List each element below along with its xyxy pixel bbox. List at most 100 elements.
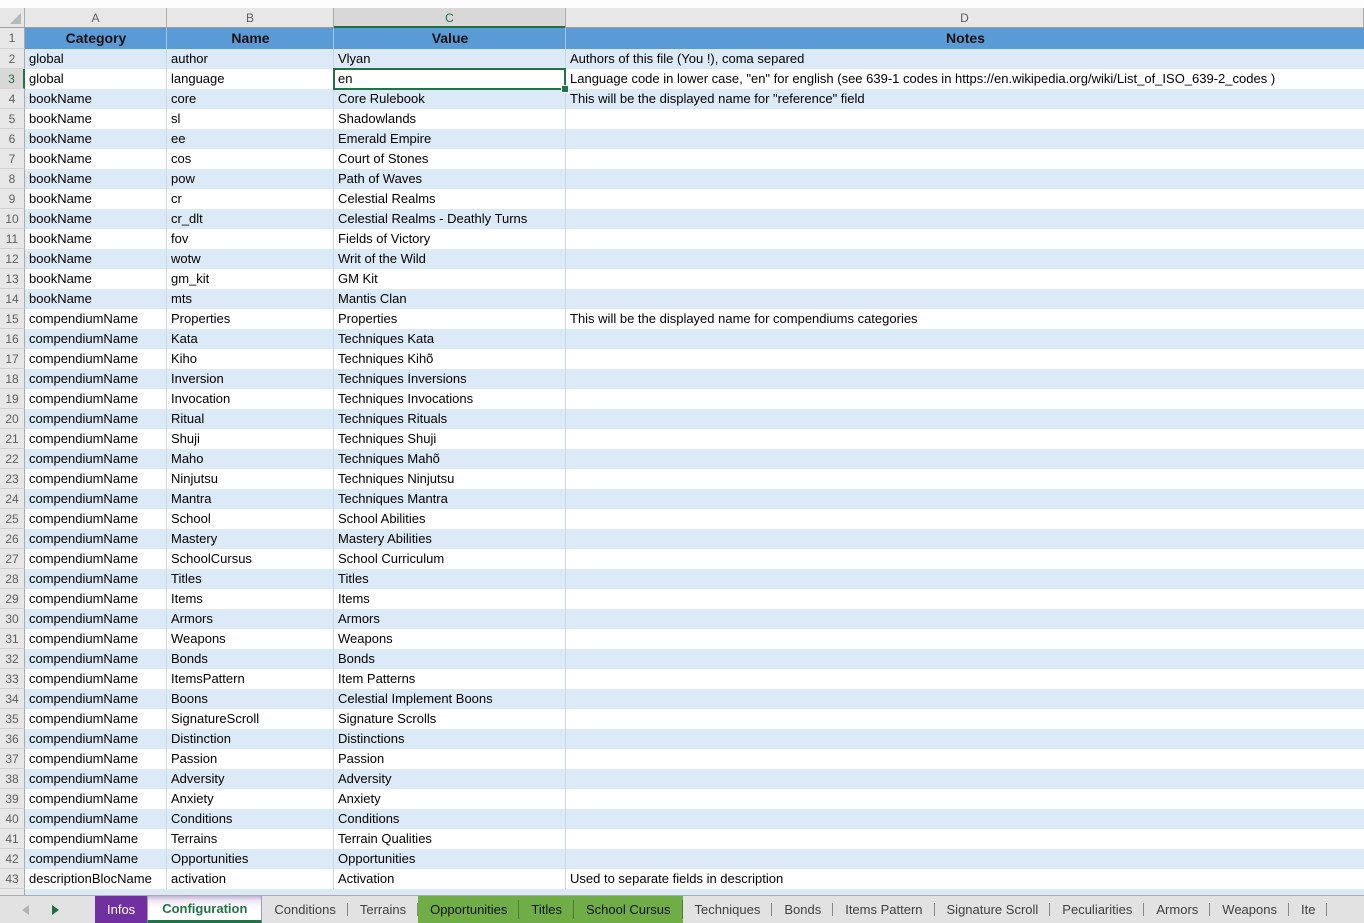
cell-value[interactable]: Techniques Rituals (334, 409, 566, 429)
cell-category[interactable]: compendiumName (25, 809, 167, 829)
cell-value[interactable]: Armors (334, 609, 566, 629)
cell-name[interactable]: activation (167, 869, 334, 889)
row-header[interactable]: 24 (0, 489, 25, 509)
cell-notes[interactable] (566, 149, 1364, 169)
cell-name[interactable]: Armors (167, 609, 334, 629)
sheet-tab-bonds[interactable]: Bonds (772, 896, 833, 923)
cell-name[interactable]: cr_dlt (167, 209, 334, 229)
cell-name[interactable]: Invocation (167, 389, 334, 409)
cell-notes[interactable] (566, 389, 1364, 409)
cell-value[interactable]: Techniques Invocations (334, 389, 566, 409)
cell-notes[interactable] (566, 549, 1364, 569)
row-header[interactable]: 6 (0, 129, 25, 149)
row-header[interactable]: 37 (0, 749, 25, 769)
header-cell-value[interactable]: Value (334, 28, 566, 49)
cell-name[interactable]: sl (167, 109, 334, 129)
row-header[interactable]: 11 (0, 229, 25, 249)
cell-name[interactable]: Mastery (167, 529, 334, 549)
cell-category[interactable]: bookName (25, 269, 167, 289)
row-header[interactable]: 5 (0, 109, 25, 129)
row-header[interactable]: 3 (0, 69, 25, 89)
row-header[interactable]: 28 (0, 569, 25, 589)
cell-name[interactable]: Bonds (167, 649, 334, 669)
cell-category[interactable]: compendiumName (25, 609, 167, 629)
cell-name[interactable]: Conditions (167, 809, 334, 829)
cell-name[interactable]: Anxiety (167, 789, 334, 809)
row-header[interactable]: 39 (0, 789, 25, 809)
row-header[interactable]: 21 (0, 429, 25, 449)
cell-notes[interactable] (566, 529, 1364, 549)
row-header[interactable]: 26 (0, 529, 25, 549)
cell-notes[interactable] (566, 349, 1364, 369)
row-header[interactable]: 38 (0, 769, 25, 789)
cell-value[interactable]: Techniques Kata (334, 329, 566, 349)
row-header[interactable]: 12 (0, 249, 25, 269)
cell-name[interactable]: fov (167, 229, 334, 249)
cell-notes[interactable] (566, 229, 1364, 249)
cell-name[interactable]: Distinction (167, 729, 334, 749)
row-header[interactable]: 1 (0, 28, 25, 49)
cell-name[interactable]: pow (167, 169, 334, 189)
row-header[interactable]: 4 (0, 89, 25, 109)
cell-value[interactable]: Distinctions (334, 729, 566, 749)
cell-name[interactable]: School (167, 509, 334, 529)
cell-name[interactable]: language (167, 69, 334, 89)
cell-value[interactable]: Techniques Inversions (334, 369, 566, 389)
cell-notes[interactable] (566, 709, 1364, 729)
row-header[interactable]: 36 (0, 729, 25, 749)
cell-value[interactable]: Mantis Clan (334, 289, 566, 309)
cell-category[interactable]: compendiumName (25, 589, 167, 609)
cell-name[interactable]: Ritual (167, 409, 334, 429)
cell-value[interactable]: Activation (334, 869, 566, 889)
cell-name[interactable]: Kata (167, 329, 334, 349)
cell-value[interactable]: Items (334, 589, 566, 609)
row-header[interactable]: 8 (0, 169, 25, 189)
cell-notes[interactable] (566, 249, 1364, 269)
cell-category[interactable]: bookName (25, 169, 167, 189)
cell-notes[interactable] (566, 749, 1364, 769)
sheet-tab-configuration[interactable]: Configuration (147, 896, 262, 923)
cell-value[interactable]: GM Kit (334, 269, 566, 289)
row-header[interactable]: 34 (0, 689, 25, 709)
cell-notes[interactable] (566, 169, 1364, 189)
cell-value[interactable]: School Abilities (334, 509, 566, 529)
cell-category[interactable]: compendiumName (25, 749, 167, 769)
row-header[interactable]: 2 (0, 49, 25, 69)
cell-notes[interactable]: This will be the displayed name for "ref… (566, 89, 1364, 109)
cell-name[interactable]: Boons (167, 689, 334, 709)
row-header[interactable]: 40 (0, 809, 25, 829)
cell-name[interactable]: Kiho (167, 349, 334, 369)
cell-category[interactable]: compendiumName (25, 569, 167, 589)
cell-value[interactable]: Conditions (334, 809, 566, 829)
cell-name[interactable]: Opportunities (167, 849, 334, 869)
sheet-tab-opportunities[interactable]: Opportunities (418, 896, 519, 923)
cell-value[interactable]: Techniques Shuji (334, 429, 566, 449)
cell-notes[interactable]: This will be the displayed name for comp… (566, 309, 1364, 329)
sheet-tab-items-pattern[interactable]: Items Pattern (833, 896, 934, 923)
tabs-scroll-right-icon[interactable] (52, 905, 59, 915)
cell-name[interactable]: Shuji (167, 429, 334, 449)
row-header[interactable]: 17 (0, 349, 25, 369)
cell-value[interactable]: Terrain Qualities (334, 829, 566, 849)
cell-value[interactable]: Properties (334, 309, 566, 329)
cell-category[interactable]: compendiumName (25, 629, 167, 649)
sheet-tab-terrains[interactable]: Terrains (348, 896, 418, 923)
cell-name[interactable]: ItemsPattern (167, 669, 334, 689)
cell-value[interactable]: Celestial Implement Boons (334, 689, 566, 709)
row-header[interactable]: 23 (0, 469, 25, 489)
row-header[interactable]: 29 (0, 589, 25, 609)
cell-value[interactable]: Mastery Abilities (334, 529, 566, 549)
cell-notes[interactable] (566, 469, 1364, 489)
cell-notes[interactable] (566, 129, 1364, 149)
cell-notes[interactable] (566, 769, 1364, 789)
row-header[interactable]: 35 (0, 709, 25, 729)
cell-value[interactable]: en (334, 69, 566, 89)
cell-notes[interactable] (566, 809, 1364, 829)
cell-category[interactable]: compendiumName (25, 509, 167, 529)
cell-category[interactable]: bookName (25, 149, 167, 169)
cell-category[interactable]: bookName (25, 109, 167, 129)
cell-value[interactable]: Celestial Realms (334, 189, 566, 209)
row-header[interactable]: 32 (0, 649, 25, 669)
cell-name[interactable]: Adversity (167, 769, 334, 789)
cell-category[interactable]: compendiumName (25, 309, 167, 329)
